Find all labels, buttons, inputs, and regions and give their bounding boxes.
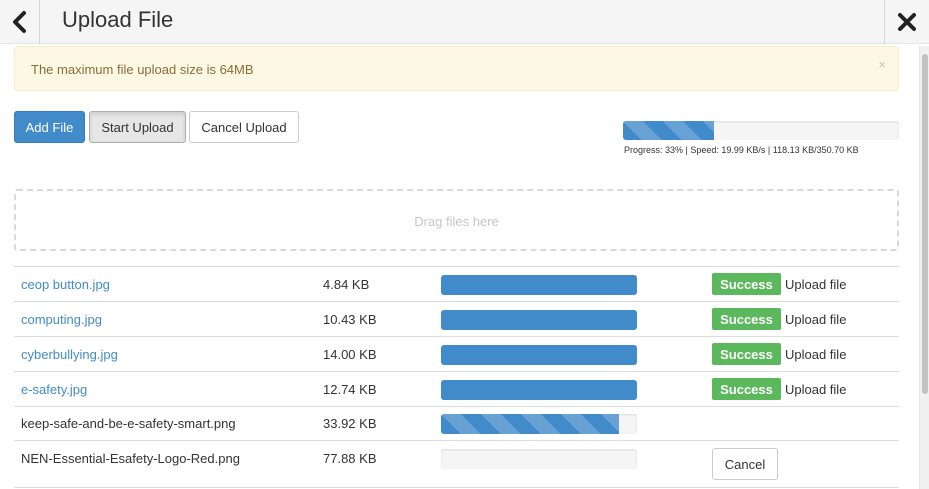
file-name-link[interactable]: cyberbullying.jpg bbox=[21, 347, 118, 362]
file-name-link[interactable]: computing.jpg bbox=[21, 312, 102, 327]
cancel-upload-button[interactable]: Cancel Upload bbox=[189, 111, 299, 143]
file-row: ceop button.jpg 4.84 KB Success Upload f… bbox=[14, 266, 899, 301]
dialog-header: Upload File bbox=[0, 0, 929, 44]
upload-status-label: Upload file bbox=[785, 277, 847, 292]
success-badge: Success bbox=[712, 378, 781, 400]
back-button[interactable] bbox=[0, 0, 40, 44]
page-scrollbar[interactable] bbox=[919, 46, 929, 489]
add-file-button[interactable]: Add File bbox=[14, 111, 85, 143]
success-badge: Success bbox=[712, 343, 781, 365]
cancel-file-button[interactable]: Cancel bbox=[712, 448, 778, 480]
start-upload-button[interactable]: Start Upload bbox=[89, 111, 186, 143]
file-row: keep-safe-and-be-e-safety-smart.png 33.9… bbox=[14, 406, 899, 440]
alert-text: The maximum file upload size is 64MB bbox=[31, 62, 254, 77]
file-row: e-safety.jpg 12.74 KB Success Upload fil… bbox=[14, 371, 899, 406]
file-row: computing.jpg 10.43 KB Success Upload fi… bbox=[14, 301, 899, 336]
success-badge: Success bbox=[712, 273, 781, 295]
file-progress-fill bbox=[441, 414, 620, 434]
file-name-link[interactable]: ceop button.jpg bbox=[21, 277, 110, 292]
close-button[interactable] bbox=[884, 0, 929, 44]
upload-status-label: Upload file bbox=[785, 312, 847, 327]
chevron-left-icon bbox=[12, 11, 26, 33]
file-progress-bar bbox=[441, 345, 637, 365]
file-size: 14.00 KB bbox=[323, 347, 377, 362]
file-name-link[interactable]: e-safety.jpg bbox=[21, 382, 87, 397]
file-progress-bar bbox=[441, 275, 637, 295]
overall-progress-fill bbox=[623, 121, 715, 140]
file-size: 12.74 KB bbox=[323, 382, 377, 397]
drop-zone-text: Drag files here bbox=[414, 214, 499, 229]
success-badge: Success bbox=[712, 308, 781, 330]
file-progress-fill bbox=[441, 345, 637, 365]
file-progress-fill bbox=[441, 380, 637, 400]
overall-progress-text: Progress: 33% | Speed: 19.99 KB/s | 118.… bbox=[624, 145, 859, 155]
file-size: 4.84 KB bbox=[323, 277, 370, 292]
alert-close-icon[interactable]: × bbox=[878, 57, 886, 72]
upload-status-label: Upload file bbox=[785, 347, 847, 362]
file-progress-bar bbox=[441, 380, 637, 400]
drop-zone[interactable]: Drag files here bbox=[14, 189, 899, 251]
file-size: 33.92 KB bbox=[323, 416, 377, 431]
file-size: 10.43 KB bbox=[323, 312, 377, 327]
page-title: Upload File bbox=[62, 7, 174, 32]
max-size-alert: The maximum file upload size is 64MB × bbox=[14, 46, 899, 91]
scrollbar-thumb[interactable] bbox=[922, 54, 928, 394]
file-row: cyberbullying.jpg 14.00 KB Success Uploa… bbox=[14, 336, 899, 371]
file-name: NEN-Essential-Esafety-Logo-Red.png bbox=[21, 451, 240, 466]
overall-progress-bar bbox=[623, 121, 899, 140]
file-progress-bar bbox=[441, 449, 637, 469]
file-progress-fill bbox=[441, 275, 637, 295]
file-progress-bar bbox=[441, 310, 637, 330]
file-size: 77.88 KB bbox=[323, 451, 377, 466]
close-icon bbox=[898, 13, 916, 31]
upload-status-label: Upload file bbox=[785, 382, 847, 397]
file-progress-fill bbox=[441, 310, 637, 330]
file-row: NEN-Essential-Esafety-Logo-Red.png 77.88… bbox=[14, 440, 899, 488]
file-name: keep-safe-and-be-e-safety-smart.png bbox=[21, 416, 236, 431]
file-progress-bar bbox=[441, 414, 637, 434]
